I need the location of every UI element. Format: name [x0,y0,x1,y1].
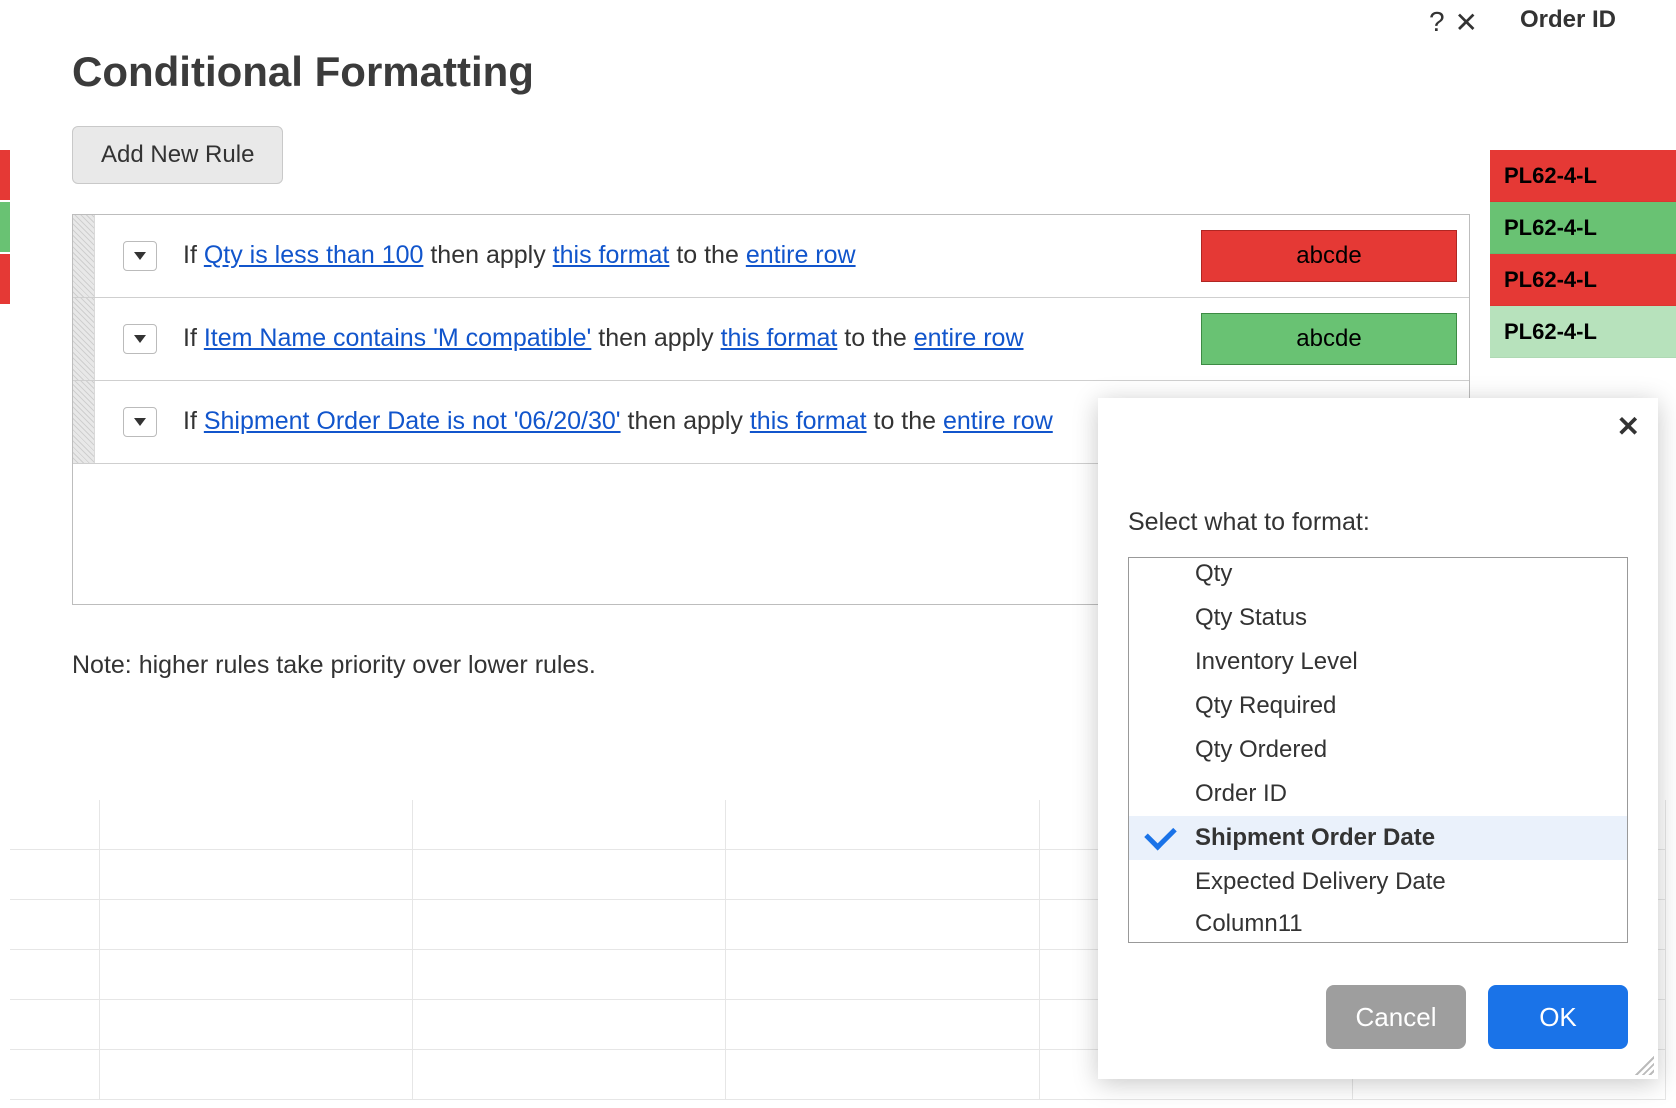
format-preview-swatch[interactable]: abcde [1201,313,1457,365]
caret-down-icon [134,335,146,343]
format-preview-swatch[interactable]: abcde [1201,230,1457,282]
cancel-button[interactable]: Cancel [1326,985,1466,1049]
rule-row: If Qty is less than 100 then apply this … [73,215,1469,298]
rule-row: If Item Name contains 'M compatible' the… [73,298,1469,381]
add-new-rule-button[interactable]: Add New Rule [72,126,283,184]
resize-grip-icon[interactable] [1630,1051,1654,1075]
popover-label: Select what to format: [1128,508,1628,537]
drag-handle-icon[interactable] [73,215,95,297]
select-format-popover: ✕ Select what to format: Qty Qty Status … [1098,398,1658,1079]
list-item[interactable]: Order ID [1129,772,1627,816]
order-id-cells: PL62-4-L PL62-4-L PL62-4-L PL62-4-L [1486,150,1676,358]
cell-order-id[interactable]: PL62-4-L [1486,202,1676,254]
ok-button[interactable]: OK [1488,985,1628,1049]
list-item[interactable]: Qty Required [1129,684,1627,728]
rule-menu-dropdown[interactable] [123,324,157,354]
cell-order-id[interactable]: PL62-4-L [1486,306,1676,358]
rule-row: If Shipment Order Date is not '06/20/30'… [73,381,1143,464]
cell-order-id[interactable]: PL62-4-L [1486,150,1676,202]
drag-handle-icon[interactable] [73,298,95,380]
cell-order-id[interactable]: PL62-4-L [1486,254,1676,306]
rule-condition-link[interactable]: Shipment Order Date is not '06/20/30' [204,407,621,435]
list-item[interactable]: Qty [1129,558,1627,596]
rule-format-link[interactable]: this format [750,407,867,435]
rule-description: If Qty is less than 100 then apply this … [183,227,1201,285]
drag-handle-icon[interactable] [73,381,95,463]
rule-condition-link[interactable]: Item Name contains 'M compatible' [204,324,591,352]
rule-scope-link[interactable]: entire row [943,407,1053,435]
close-icon[interactable]: ✕ [1617,410,1640,443]
list-item[interactable]: Qty Ordered [1129,728,1627,772]
close-icon[interactable]: ✕ [1455,6,1478,39]
list-item[interactable]: Inventory Level [1129,640,1627,684]
rule-scope-link[interactable]: entire row [914,324,1024,352]
rule-menu-dropdown[interactable] [123,407,157,437]
caret-down-icon [134,252,146,260]
list-item-selected[interactable]: Shipment Order Date [1129,816,1627,860]
rule-menu-dropdown[interactable] [123,241,157,271]
list-item[interactable]: Expected Delivery Date [1129,860,1627,904]
format-target-listbox[interactable]: Qty Qty Status Inventory Level Qty Requi… [1128,557,1628,943]
rule-description: If Shipment Order Date is not '06/20/30'… [183,393,1143,451]
rule-scope-link[interactable]: entire row [746,241,856,269]
list-item[interactable]: Qty Status [1129,596,1627,640]
dialog-title: Conditional Formatting [72,48,534,96]
rule-format-link[interactable]: this format [721,324,838,352]
column-header-order-id: Order ID [1520,6,1616,34]
rule-description: If Item Name contains 'M compatible' the… [183,310,1201,368]
caret-down-icon [134,418,146,426]
list-item[interactable]: Column11 [1129,904,1627,936]
rule-format-link[interactable]: this format [553,241,670,269]
rule-condition-link[interactable]: Qty is less than 100 [204,241,424,269]
help-icon[interactable]: ? [1429,6,1445,39]
